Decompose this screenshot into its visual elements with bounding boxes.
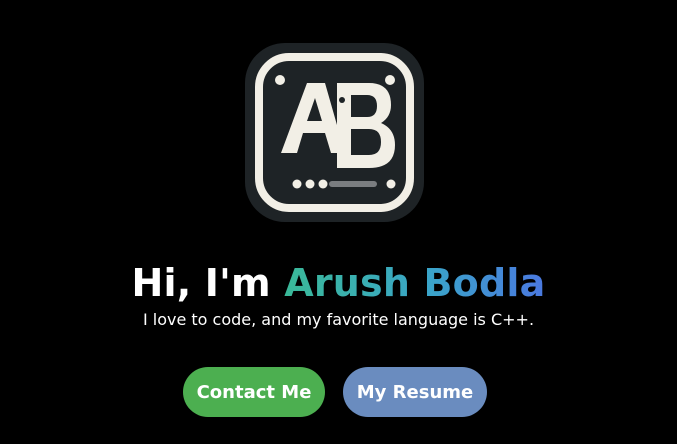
hero-tagline: I love to code, and my favorite language… [142,310,535,329]
contact-me-button[interactable]: Contact Me [183,367,325,417]
hero-name: Arush Bodla [284,261,546,305]
hero-heading: Hi, I'm Arush Bodla [0,259,677,307]
ab-logo-icon [245,43,424,222]
greeting-text: Hi, I'm [131,261,285,305]
my-resume-button[interactable]: My Resume [343,367,487,417]
